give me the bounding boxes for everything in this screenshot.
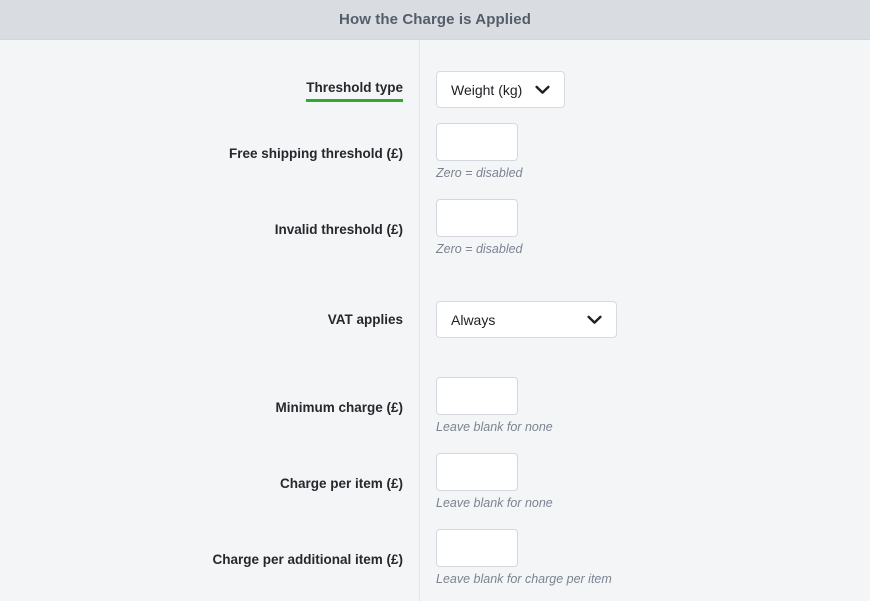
hint-free-shipping-threshold: Zero = disabled — [436, 166, 523, 180]
field-row-free-shipping-threshold: Free shipping threshold (£) Zero = disab… — [0, 123, 870, 181]
control-cell-threshold-type: Weight (kg) — [403, 71, 870, 108]
select-threshold-type-value: Weight (kg) — [451, 81, 523, 98]
label-free-shipping-threshold: Free shipping threshold (£) — [228, 146, 403, 161]
control-cell-charge-per-additional-item: Leave blank for charge per item — [403, 529, 870, 587]
control-cell-free-shipping-threshold: Zero = disabled — [403, 123, 870, 181]
control-cell-vat-applies: Always — [403, 301, 870, 338]
input-charge-per-item[interactable] — [436, 453, 518, 491]
hint-invalid-threshold: Zero = disabled — [436, 242, 523, 256]
input-invalid-threshold[interactable] — [436, 199, 518, 237]
chevron-down-icon — [531, 85, 553, 95]
label-cell-invalid-threshold: Invalid threshold (£) — [0, 199, 403, 238]
charge-settings-form: Threshold type Weight (kg) Free shipping… — [0, 40, 870, 601]
select-vat-applies-value: Always — [451, 311, 496, 328]
label-vat-applies: VAT applies — [327, 312, 403, 327]
field-row-vat-applies: VAT applies Always — [0, 301, 870, 338]
field-row-charge-per-additional-item: Charge per additional item (£) Leave bla… — [0, 511, 870, 587]
input-charge-per-additional-item[interactable] — [436, 529, 518, 567]
label-cell-vat-applies: VAT applies — [0, 301, 403, 328]
label-cell-minimum-charge: Minimum charge (£) — [0, 377, 403, 416]
section-charges: Minimum charge (£) Leave blank for none … — [0, 352, 870, 601]
input-free-shipping-threshold[interactable] — [436, 123, 518, 161]
page-title: How the Charge is Applied — [339, 11, 531, 28]
section-vat: VAT applies Always — [0, 278, 870, 352]
control-cell-charge-per-item: Leave blank for none — [403, 453, 870, 511]
chevron-down-icon — [583, 315, 605, 325]
label-invalid-threshold: Invalid threshold (£) — [274, 222, 403, 237]
label-cell-charge-per-additional-item: Charge per additional item (£) — [0, 529, 403, 568]
panel-header: How the Charge is Applied — [0, 0, 870, 40]
section-threshold: Threshold type Weight (kg) Free shipping… — [0, 40, 870, 278]
hint-charge-per-item: Leave blank for none — [436, 496, 553, 510]
control-cell-minimum-charge: Leave blank for none — [403, 377, 870, 435]
field-row-minimum-charge: Minimum charge (£) Leave blank for none — [0, 377, 870, 435]
label-threshold-type: Threshold type — [306, 80, 403, 103]
label-minimum-charge: Minimum charge (£) — [275, 400, 403, 415]
label-charge-per-additional-item: Charge per additional item (£) — [212, 552, 403, 567]
field-row-invalid-threshold: Invalid threshold (£) Zero = disabled — [0, 181, 870, 278]
label-cell-threshold-type: Threshold type — [0, 71, 403, 103]
select-threshold-type[interactable]: Weight (kg) — [436, 71, 565, 108]
field-row-threshold-type: Threshold type Weight (kg) — [0, 71, 870, 108]
hint-charge-per-additional-item: Leave blank for charge per item — [436, 572, 612, 586]
label-cell-free-shipping-threshold: Free shipping threshold (£) — [0, 123, 403, 162]
field-row-charge-per-item: Charge per item (£) Leave blank for none — [0, 435, 870, 511]
hint-minimum-charge: Leave blank for none — [436, 420, 553, 434]
select-vat-applies[interactable]: Always — [436, 301, 617, 338]
control-cell-invalid-threshold: Zero = disabled — [403, 199, 870, 257]
input-minimum-charge[interactable] — [436, 377, 518, 415]
label-cell-charge-per-item: Charge per item (£) — [0, 453, 403, 492]
label-charge-per-item: Charge per item (£) — [279, 476, 403, 491]
